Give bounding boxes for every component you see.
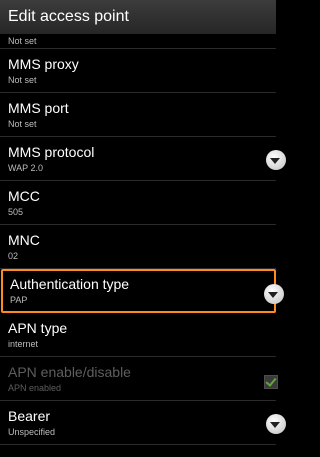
list-item-authentication-type[interactable]: Authentication type PAP (1, 269, 284, 313)
list-item-label: MMS protocol (8, 144, 95, 160)
list-item-value: PAP (10, 295, 28, 305)
list-item-value: APN enabled (8, 383, 62, 393)
settings-list: Not set MMS proxy Not set MMS port Not s… (0, 34, 286, 445)
list-item-value: internet (8, 339, 39, 349)
list-item-value: Not set (8, 75, 37, 85)
list-item-apn-enable-disable: APN enable/disable APN enabled (0, 357, 278, 401)
list-item-value: Unspecified (8, 427, 56, 437)
list-item-value: Not set (8, 119, 37, 129)
list-item-label: MCC (8, 188, 40, 204)
list-item-mms-protocol[interactable]: MMS protocol WAP 2.0 (0, 137, 286, 181)
list-item-label: Authentication type (10, 276, 130, 292)
list-item-mms-port[interactable]: MMS port Not set (0, 93, 276, 137)
list-item-value: 505 (8, 207, 24, 217)
list-item-label: MNC (8, 232, 40, 248)
list-item-value: 02 (8, 251, 19, 261)
list-item-label: MMS proxy (8, 56, 79, 72)
list-item-bearer[interactable]: Bearer Unspecified (0, 401, 286, 445)
list-item-value: WAP 2.0 (8, 163, 44, 173)
checkbox-checked-icon (264, 375, 278, 389)
list-item-label: Bearer (8, 408, 51, 424)
list-item-apn-previous[interactable]: Not set (0, 34, 276, 49)
list-item-label: APN type (8, 320, 68, 336)
list-item-mms-proxy[interactable]: MMS proxy Not set (0, 49, 276, 93)
list-item-mcc[interactable]: MCC 505 (0, 181, 276, 225)
dropdown-icon[interactable] (266, 414, 286, 434)
list-item-label: APN enable/disable (8, 364, 131, 380)
list-item-value: Not set (8, 36, 37, 46)
list-item-apn-type[interactable]: APN type internet (0, 313, 276, 357)
page-title: Edit access point (8, 8, 129, 25)
list-item-label: MMS port (8, 100, 69, 116)
list-item-mnc[interactable]: MNC 02 (0, 225, 276, 269)
title-bar: Edit access point (0, 0, 276, 34)
dropdown-icon[interactable] (266, 150, 286, 170)
dropdown-icon[interactable] (264, 284, 284, 304)
